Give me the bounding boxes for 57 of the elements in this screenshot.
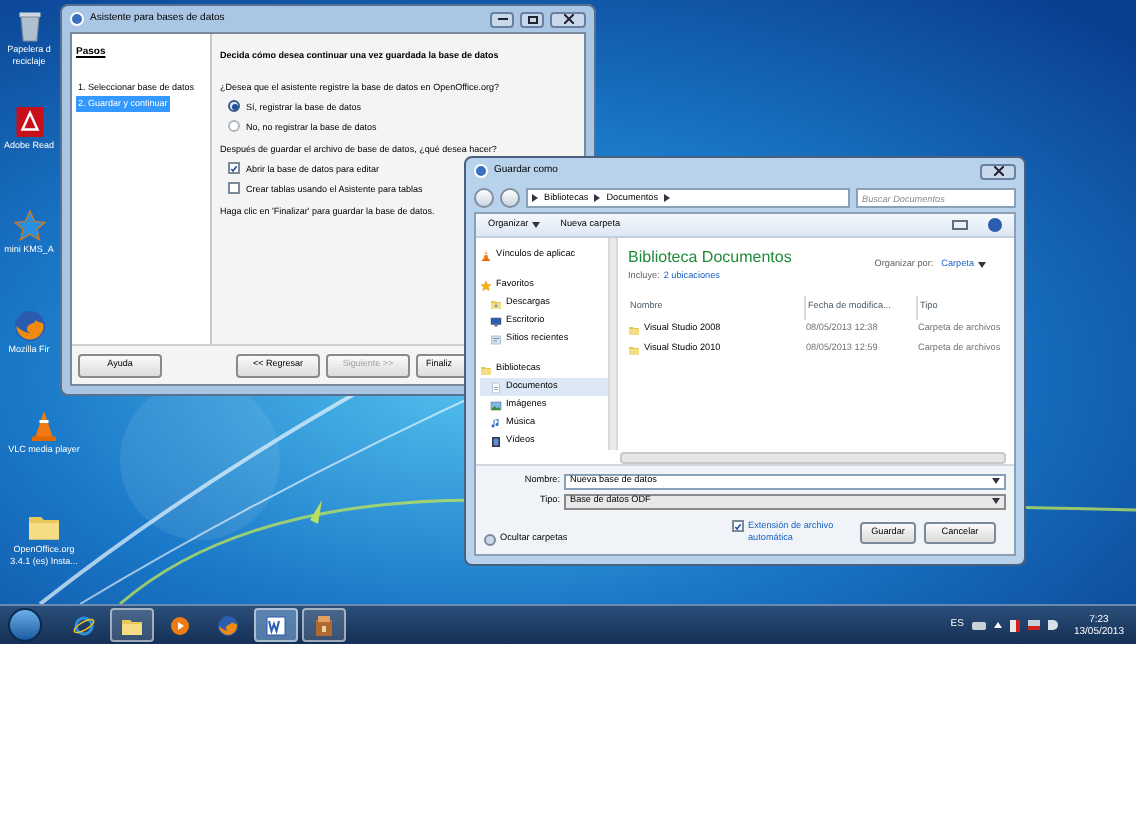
document-icon	[490, 381, 502, 393]
expand-icon[interactable]	[484, 533, 496, 546]
volume-icon[interactable]	[1047, 620, 1058, 630]
minimize-icon	[497, 18, 507, 20]
minimize-button[interactable]	[490, 11, 514, 27]
checkbox[interactable]	[732, 520, 744, 532]
checkbox[interactable]	[228, 182, 240, 194]
tray-arrow-icon[interactable]	[993, 622, 1002, 628]
maximize-button[interactable]	[520, 11, 544, 27]
folder-icon	[628, 343, 640, 356]
network-icon[interactable]	[1027, 620, 1040, 630]
caret-icon	[992, 498, 1000, 504]
close-button[interactable]	[550, 11, 586, 27]
play-icon	[168, 613, 192, 637]
chevron-icon	[594, 194, 601, 202]
close-button[interactable]	[980, 163, 1016, 179]
word-document-icon	[264, 613, 288, 637]
maximize-icon	[527, 15, 537, 23]
chevron-icon	[664, 194, 671, 202]
library-title: Biblioteca Documentos	[628, 246, 792, 270]
start-button[interactable]	[8, 608, 42, 642]
installer-box-icon	[312, 613, 336, 637]
download-folder-icon	[490, 297, 502, 309]
picture-icon	[490, 399, 502, 411]
app-icon	[474, 164, 488, 178]
pdf-icon[interactable]	[11, 104, 47, 140]
monitor-icon	[490, 315, 502, 327]
globe-icon	[216, 613, 240, 637]
taskbar-button[interactable]	[110, 608, 154, 642]
chevron-icon	[532, 194, 538, 202]
taskbar-button[interactable]	[254, 608, 298, 642]
checkbox[interactable]	[228, 162, 240, 174]
close-icon	[993, 166, 1003, 176]
forward-button[interactable]	[500, 188, 520, 208]
music-note-icon	[490, 417, 502, 429]
close-icon	[563, 14, 573, 24]
help-icon[interactable]	[988, 218, 1002, 232]
recent-places-icon	[490, 333, 502, 345]
caret-icon	[992, 478, 1000, 484]
caret-icon	[978, 261, 986, 268]
library-icon	[480, 363, 492, 375]
keyboard-icon[interactable]	[971, 621, 986, 629]
browser-icon	[72, 613, 96, 637]
radio-button[interactable]	[228, 100, 240, 112]
star-icon	[480, 279, 492, 291]
star-icon[interactable]	[11, 208, 47, 244]
radio-button[interactable]	[228, 120, 240, 132]
view-options-icon[interactable]	[952, 220, 968, 230]
traffic-cone-icon	[480, 249, 492, 261]
caret-icon	[532, 221, 541, 228]
app-icon	[70, 12, 84, 26]
film-icon	[490, 435, 502, 447]
back-button[interactable]	[474, 188, 494, 208]
taskbar-button[interactable]	[302, 608, 346, 642]
folder-icon	[628, 323, 640, 336]
flag-icon[interactable]	[1009, 619, 1020, 631]
globe-icon[interactable]	[11, 308, 47, 344]
